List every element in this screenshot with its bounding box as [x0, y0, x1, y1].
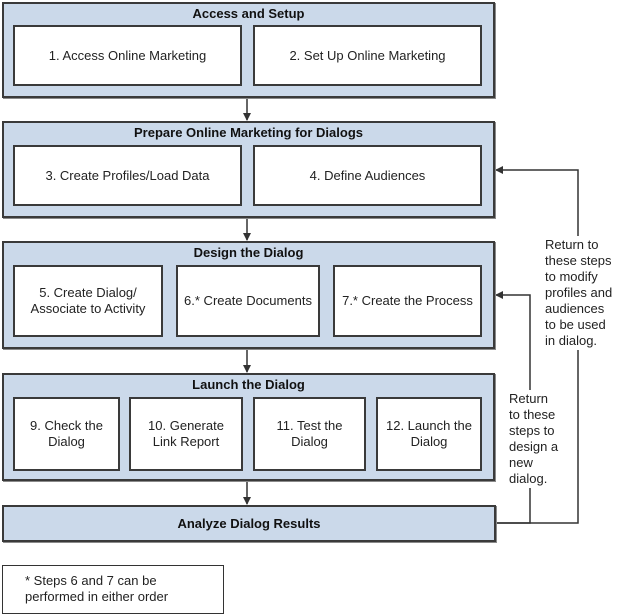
step-create-dialog[interactable]: 5. Create Dialog/ Associate to Activity: [13, 265, 163, 337]
step-create-profiles-load-data[interactable]: 3. Create Profiles/Load Data: [13, 145, 242, 206]
stage-title: Prepare Online Marketing for Dialogs: [134, 125, 363, 140]
step-launch-the-dialog[interactable]: 12. Launch the Dialog: [376, 397, 482, 471]
step-generate-link-report[interactable]: 10. Generate Link Report: [129, 397, 243, 471]
step-create-documents[interactable]: 6.* Create Documents: [176, 265, 320, 337]
step-access-online-marketing[interactable]: 1. Access Online Marketing: [13, 25, 242, 86]
step-check-the-dialog[interactable]: 9. Check the Dialog: [13, 397, 120, 471]
step-test-the-dialog[interactable]: 11. Test the Dialog: [253, 397, 366, 471]
stage-title: Launch the Dialog: [192, 377, 305, 392]
loop-note-design: Return to these steps to design a new di…: [509, 390, 559, 488]
stage-analyze-dialog-results[interactable]: Analyze Dialog Results: [2, 505, 496, 542]
stage-title: Access and Setup: [192, 6, 305, 21]
stage-title: Design the Dialog: [193, 245, 304, 260]
footnote: * Steps 6 and 7 can be performed in eith…: [2, 565, 224, 614]
stage-title: Analyze Dialog Results: [177, 516, 321, 531]
step-set-up-online-marketing[interactable]: 2. Set Up Online Marketing: [253, 25, 482, 86]
loop-note-profiles: Return to these steps to modify profiles…: [545, 236, 617, 350]
step-define-audiences[interactable]: 4. Define Audiences: [253, 145, 482, 206]
step-create-the-process[interactable]: 7.* Create the Process: [333, 265, 482, 337]
